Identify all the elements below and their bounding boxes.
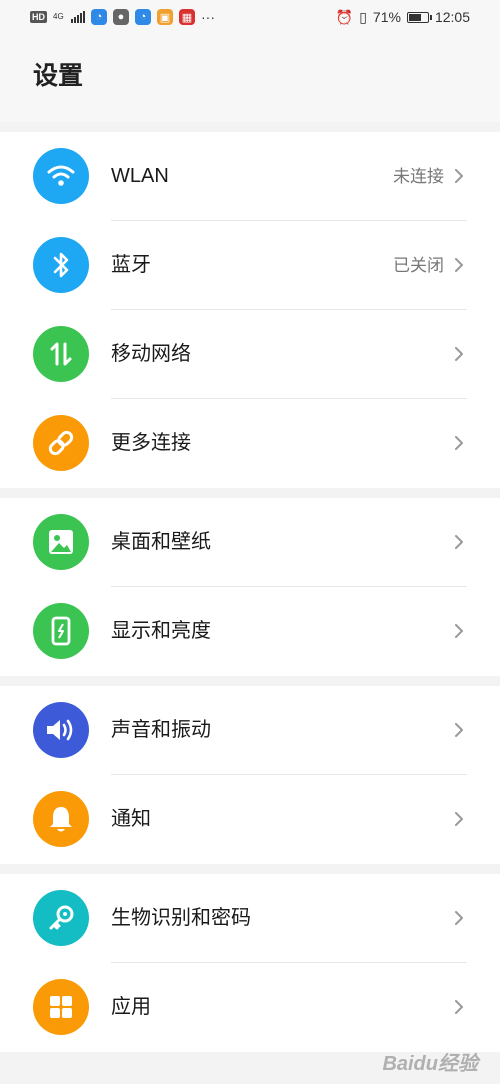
settings-item-value: 未连接 bbox=[393, 167, 444, 186]
settings-item-sound[interactable]: 声音和振动 bbox=[0, 686, 500, 775]
settings-item-label: 移动网络 bbox=[111, 343, 191, 365]
wifi-icon bbox=[33, 148, 89, 204]
settings-item-label: WLAN bbox=[111, 165, 169, 187]
settings-item-label: 更多连接 bbox=[111, 432, 191, 454]
battery-percent: 71% bbox=[372, 9, 401, 25]
settings-section: WLAN 未连接蓝牙 已关闭移动网络更多连接 bbox=[0, 132, 500, 488]
app-notification-icon: ◔ bbox=[135, 9, 151, 25]
chevron-right-icon bbox=[452, 723, 466, 737]
key-icon bbox=[33, 890, 89, 946]
app-notification-icon: ▦ bbox=[179, 9, 195, 25]
settings-item-bluetooth[interactable]: 蓝牙 已关闭 bbox=[0, 221, 500, 310]
settings-section: 桌面和壁纸显示和亮度 bbox=[0, 498, 500, 676]
signal-icon bbox=[71, 11, 85, 23]
settings-item-label: 通知 bbox=[111, 808, 151, 830]
settings-list: WLAN 未连接蓝牙 已关闭移动网络更多连接桌面和壁纸显示和亮度声音和振动通知生物识… bbox=[0, 132, 500, 1052]
chevron-right-icon bbox=[452, 347, 466, 361]
settings-item-label: 生物识别和密码 bbox=[111, 907, 251, 929]
status-bar-left: HD 4G ◔ ● ◔ ▣ ▦ ··· bbox=[30, 9, 215, 25]
settings-item-apps[interactable]: 应用 bbox=[0, 963, 500, 1052]
settings-item-bell[interactable]: 通知 bbox=[0, 775, 500, 864]
chevron-right-icon bbox=[452, 624, 466, 638]
app-notification-icon: ◔ bbox=[91, 9, 107, 25]
battery-icon bbox=[406, 11, 432, 23]
link-icon bbox=[33, 415, 89, 471]
chevron-right-icon bbox=[452, 812, 466, 826]
status-bar-right: ⏰ ▯ 71% 12:05 bbox=[336, 9, 470, 26]
settings-item-label: 显示和亮度 bbox=[111, 620, 211, 642]
chevron-right-icon bbox=[452, 169, 466, 183]
settings-item-wallpaper[interactable]: 桌面和壁纸 bbox=[0, 498, 500, 587]
settings-item-display[interactable]: 显示和亮度 bbox=[0, 587, 500, 676]
vibrate-icon: ▯ bbox=[359, 8, 367, 25]
status-bar: HD 4G ◔ ● ◔ ▣ ▦ ··· ⏰ ▯ 71% 12:05 bbox=[0, 0, 500, 34]
settings-item-label: 桌面和壁纸 bbox=[111, 531, 211, 553]
app-notification-icon: ▣ bbox=[157, 9, 173, 25]
clock: 12:05 bbox=[434, 9, 470, 25]
settings-item-value: 已关闭 bbox=[393, 256, 444, 275]
settings-section: 声音和振动 通知 bbox=[0, 686, 500, 864]
settings-item-label: 应用 bbox=[111, 996, 151, 1018]
display-icon bbox=[33, 603, 89, 659]
settings-item-key[interactable]: 生物识别和密码 bbox=[0, 874, 500, 963]
chevron-right-icon bbox=[452, 258, 466, 272]
page-header: 设置 bbox=[0, 34, 500, 122]
settings-section: 生物识别和密码 应用 bbox=[0, 874, 500, 1052]
chevron-right-icon bbox=[452, 911, 466, 925]
settings-item-mobile-data[interactable]: 移动网络 bbox=[0, 310, 500, 399]
page-title: 设置 bbox=[33, 62, 84, 90]
chevron-right-icon bbox=[452, 1000, 466, 1014]
hd-badge: HD bbox=[30, 11, 47, 23]
wallpaper-icon bbox=[33, 514, 89, 570]
watermark-logo: Baidu经验 bbox=[382, 1053, 478, 1075]
network-type: 4G bbox=[53, 12, 64, 21]
sound-icon bbox=[33, 702, 89, 758]
settings-item-link[interactable]: 更多连接 bbox=[0, 399, 500, 488]
bluetooth-icon bbox=[33, 237, 89, 293]
wechat-icon: ● bbox=[113, 9, 129, 25]
alarm-icon: ⏰ bbox=[335, 8, 354, 25]
apps-icon bbox=[33, 979, 89, 1035]
more-notifications-icon: ··· bbox=[201, 9, 215, 25]
mobile-data-icon bbox=[33, 326, 89, 382]
settings-item-wifi[interactable]: WLAN 未连接 bbox=[0, 132, 500, 221]
bell-icon bbox=[33, 791, 89, 847]
settings-item-label: 蓝牙 bbox=[111, 254, 151, 276]
settings-item-label: 声音和振动 bbox=[111, 719, 211, 741]
chevron-right-icon bbox=[452, 535, 466, 549]
chevron-right-icon bbox=[452, 436, 466, 450]
